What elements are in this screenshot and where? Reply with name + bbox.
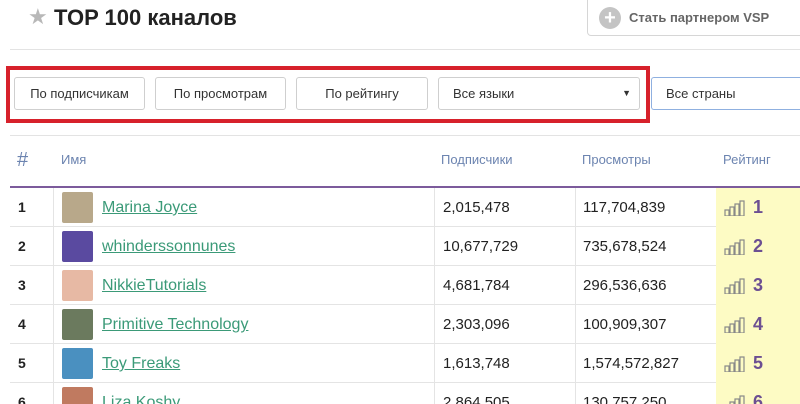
channel-name-link[interactable]: Marina Joyce — [102, 188, 197, 227]
row-number: 6 — [18, 394, 26, 404]
row-number: 4 — [18, 316, 26, 332]
channel-name-link[interactable]: Primitive Technology — [102, 305, 248, 344]
views-value: 296,536,636 — [583, 277, 667, 294]
channel-avatar[interactable] — [62, 231, 93, 262]
subscribers-value: 4,681,784 — [443, 277, 510, 294]
rating-rank: 4 — [753, 314, 764, 334]
page-header: ★ TOP 100 каналов + Стать партнером VSP — [0, 0, 800, 40]
rating-bars-icon — [724, 278, 745, 294]
rating-bars-icon — [724, 356, 745, 372]
rating-rank: 3 — [753, 275, 764, 295]
subscribers-value: 2,864,505 — [443, 394, 510, 404]
channel-name-link[interactable]: Liza Koshy — [102, 383, 180, 404]
rating-bars-icon — [724, 317, 745, 333]
rating-cell: 2 — [716, 227, 800, 266]
rating-cell: 1 — [716, 188, 800, 227]
channel-avatar[interactable] — [62, 387, 93, 404]
views-value: 117,704,839 — [583, 199, 666, 216]
sort-by-rating-button[interactable]: По рейтингу — [296, 77, 428, 110]
rating-bars-icon — [724, 239, 745, 255]
subscribers-value: 1,613,748 — [443, 355, 510, 372]
subscribers-value: 10,677,729 — [443, 238, 519, 255]
page-title: TOP 100 каналов — [54, 5, 237, 30]
language-select[interactable]: Все языки ▼ — [438, 77, 640, 110]
channel-avatar[interactable] — [62, 309, 93, 340]
sort-by-subscribers-button[interactable]: По подписчикам — [14, 77, 145, 110]
row-number: 3 — [18, 277, 26, 293]
row-number: 1 — [18, 199, 26, 215]
table-row: 1 Marina Joyce 2,015,478 117,704,839 1 — [10, 188, 800, 227]
column-header-subscribers[interactable]: Подписчики — [441, 152, 513, 167]
channel-avatar[interactable] — [62, 270, 93, 301]
divider — [10, 135, 800, 136]
rating-cell: 5 — [716, 344, 800, 383]
views-value: 130,757,250 — [583, 394, 667, 404]
table-row: 5 Toy Freaks 1,613,748 1,574,572,827 5 — [10, 344, 800, 383]
table-row: 2 whinderssonnunes 10,677,729 735,678,52… — [10, 227, 800, 266]
channel-avatar[interactable] — [62, 348, 93, 379]
views-value: 1,574,572,827 — [583, 355, 679, 372]
country-select[interactable]: Все страны — [651, 77, 800, 110]
table-row: 6 Liza Koshy 2,864,505 130,757,250 6 — [10, 383, 800, 404]
country-select-value: Все страны — [666, 86, 736, 101]
rating-rank: 6 — [753, 392, 764, 404]
rating-cell: 4 — [716, 305, 800, 344]
views-value: 735,678,524 — [583, 238, 667, 255]
table-row: 4 Primitive Technology 2,303,096 100,909… — [10, 305, 800, 344]
rating-cell: 6 — [716, 383, 800, 404]
rating-cell: 3 — [716, 266, 800, 305]
row-number: 5 — [18, 355, 26, 371]
divider — [10, 49, 800, 50]
table-row: 3 NikkieTutorials 4,681,784 296,536,636 … — [10, 266, 800, 305]
channel-name-link[interactable]: whinderssonnunes — [102, 227, 235, 266]
column-header-rank: # — [17, 149, 29, 171]
plus-icon: + — [599, 7, 621, 29]
column-header-views[interactable]: Просмотры — [582, 152, 651, 167]
column-header-rating[interactable]: Рейтинг — [723, 152, 771, 167]
subscribers-value: 2,303,096 — [443, 316, 510, 333]
channel-table: 1 Marina Joyce 2,015,478 117,704,839 1 2… — [10, 188, 800, 404]
column-header-name[interactable]: Имя — [61, 152, 86, 167]
star-icon[interactable]: ★ — [28, 6, 48, 28]
dropdown-arrow-icon: ▼ — [622, 88, 631, 98]
language-select-value: Все языки — [453, 86, 515, 101]
rating-bars-icon — [729, 395, 745, 404]
become-partner-label: Стать партнером VSP — [629, 10, 770, 25]
channel-name-link[interactable]: Toy Freaks — [102, 344, 180, 383]
subscribers-value: 2,015,478 — [443, 199, 510, 216]
row-number: 2 — [18, 238, 26, 254]
channel-name-link[interactable]: NikkieTutorials — [102, 266, 206, 305]
rating-rank: 2 — [753, 236, 764, 256]
rating-bars-icon — [724, 200, 745, 216]
become-partner-button[interactable]: + Стать партнером VSP — [587, 0, 800, 36]
sort-by-views-button[interactable]: По просмотрам — [155, 77, 286, 110]
channel-avatar[interactable] — [62, 192, 93, 223]
rating-rank: 1 — [753, 197, 764, 217]
rating-rank: 5 — [753, 353, 764, 373]
views-value: 100,909,307 — [583, 316, 667, 333]
